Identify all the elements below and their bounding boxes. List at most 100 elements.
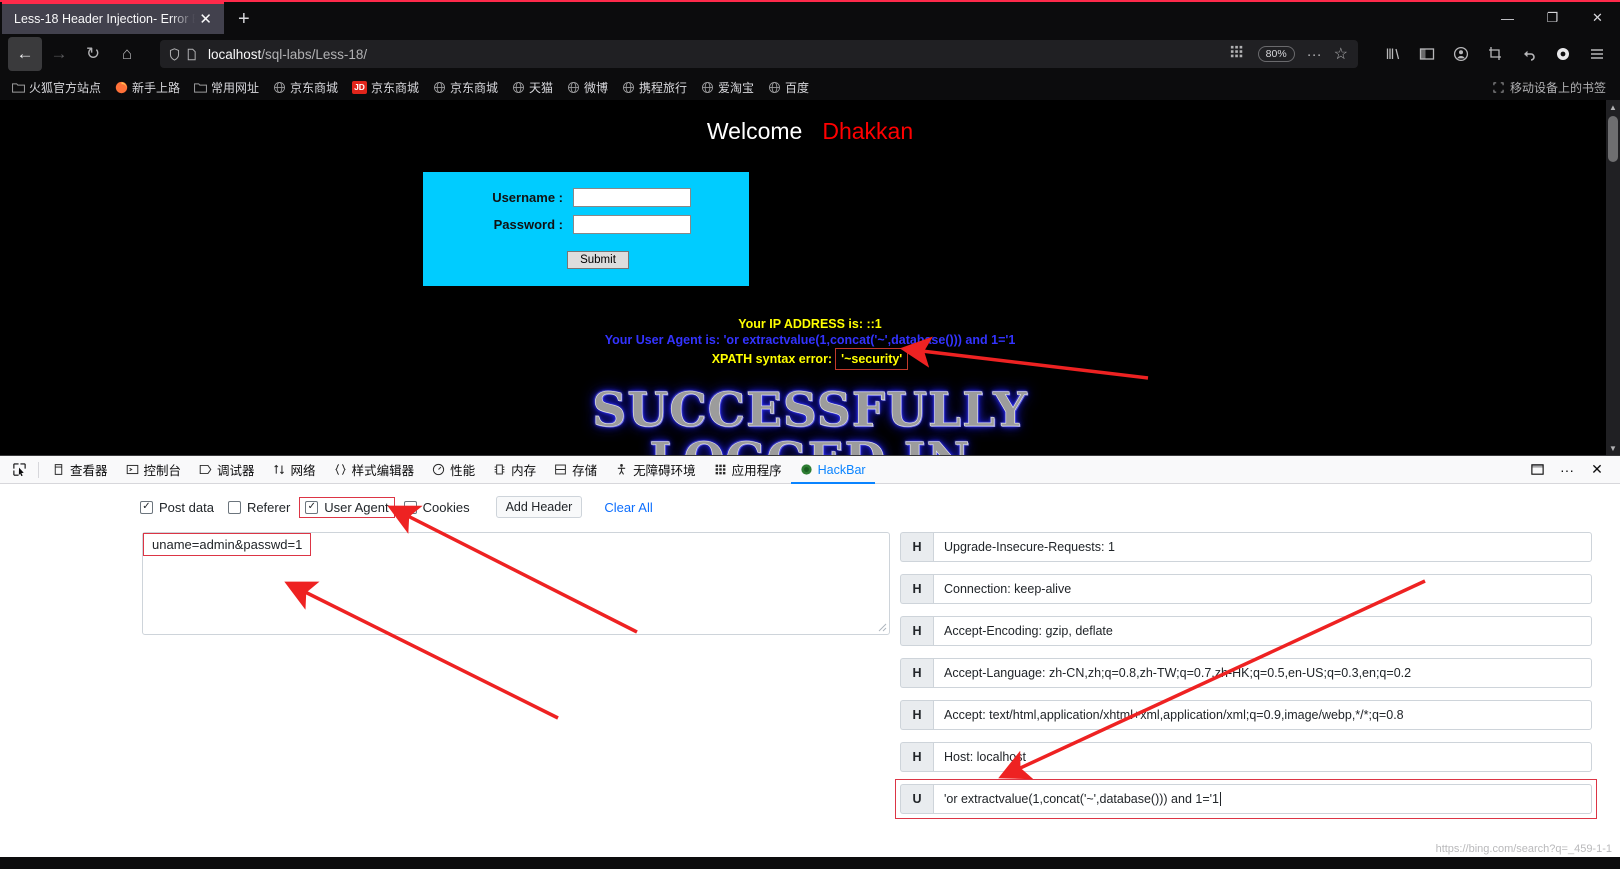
bookmark-item[interactable]: 京东商城: [267, 77, 344, 98]
firefox-icon: [115, 81, 128, 94]
header-value-input[interactable]: Accept-Encoding: gzip, deflate: [933, 616, 1592, 646]
reader-mode-icon[interactable]: [1230, 45, 1244, 64]
header-value-input[interactable]: Accept-Language: zh-CN,zh;q=0.8,zh-TW;q=…: [933, 658, 1592, 688]
maximize-button[interactable]: ❐: [1530, 2, 1575, 34]
header-row[interactable]: H Accept-Language: zh-CN,zh;q=0.8,zh-TW;q…: [900, 658, 1592, 688]
devtools-tab-hackbar[interactable]: HackBar: [791, 456, 875, 484]
bookmark-item[interactable]: 百度: [762, 77, 815, 98]
checkbox-box[interactable]: ✓: [305, 500, 319, 514]
header-value-input[interactable]: 'or extractvalue(1,concat('~',database()…: [933, 784, 1592, 814]
forward-button[interactable]: →: [42, 37, 76, 71]
browser-tab[interactable]: Less-18 Header Injection- Error B ✕: [2, 2, 224, 34]
screenshot-icon[interactable]: [1480, 39, 1510, 69]
menu-icon[interactable]: [1582, 39, 1612, 69]
scroll-down-arrow[interactable]: ▼: [1606, 441, 1620, 455]
devtools-tab-inspector[interactable]: 查看器: [43, 456, 117, 484]
page-actions-icon[interactable]: ···: [1303, 46, 1326, 63]
username-input[interactable]: [573, 188, 691, 207]
status-text: https://bing.com/search?q=_459-1-1: [1435, 843, 1612, 855]
bookmark-star-icon[interactable]: ☆: [1334, 44, 1350, 64]
close-window-button[interactable]: ✕: [1575, 2, 1620, 34]
bookmark-item[interactable]: 火狐官方站点: [6, 77, 107, 98]
devtools-tab-storage[interactable]: 存储: [545, 456, 606, 484]
post-data-value: uname=admin&passwd=1: [143, 533, 312, 556]
header-row[interactable]: H Host: localhost: [900, 742, 1592, 772]
header-value-text: Accept-Language: zh-CN,zh;q=0.8,zh-TW;q=…: [944, 666, 1412, 680]
header-row[interactable]: H Accept: text/html,application/xhtml+xml…: [900, 700, 1592, 730]
devtools-tab-application[interactable]: 应用程序: [705, 456, 791, 484]
bookmark-item[interactable]: 爱淘宝: [695, 77, 760, 98]
page-scrollbar-thumb[interactable]: [1608, 116, 1618, 162]
header-type-badge: H: [900, 574, 933, 604]
checkbox-box[interactable]: [403, 500, 417, 514]
minimize-button[interactable]: —: [1485, 2, 1530, 34]
hackbar-checkbox-post-data[interactable]: ✓ Post data: [140, 500, 214, 515]
checkbox-box[interactable]: [227, 500, 241, 514]
hackbar-icon: [800, 463, 813, 476]
globe-icon: [567, 81, 580, 94]
hackbar-checkbox-referer[interactable]: Referer: [227, 500, 290, 515]
home-button[interactable]: ⌂: [110, 37, 144, 71]
debugger-icon: [199, 463, 212, 476]
bookmark-item[interactable]: 天猫: [506, 77, 559, 98]
devtools-tab-accessibility[interactable]: 无障碍环境: [606, 456, 705, 484]
bookmark-item[interactable]: 京东商城: [427, 77, 504, 98]
header-row[interactable]: H Connection: keep-alive: [900, 574, 1592, 604]
hackbar-checkbox-user-agent[interactable]: ✓ User Agent: [299, 496, 395, 518]
mobile-bookmarks-item[interactable]: 移动设备上的书签: [1492, 79, 1614, 96]
submit-button[interactable]: Submit: [567, 251, 629, 269]
devtools-tab-network[interactable]: 网络: [264, 456, 325, 484]
add-header-button[interactable]: Add Header: [495, 496, 583, 518]
header-type-badge: H: [900, 532, 933, 562]
close-devtools-icon[interactable]: ✕: [1584, 457, 1610, 483]
bookmark-item[interactable]: 携程旅行: [616, 77, 693, 98]
header-value-input[interactable]: Accept: text/html,application/xhtml+xml,…: [933, 700, 1592, 730]
password-label: Password :: [493, 217, 563, 232]
globe-icon: [701, 81, 714, 94]
undo-icon[interactable]: [1514, 39, 1544, 69]
devtools-tab-label: 内存: [511, 464, 537, 478]
back-button[interactable]: ←: [8, 37, 42, 71]
bookmark-item[interactable]: 微博: [561, 77, 614, 98]
bookmark-item[interactable]: JD 京东商城: [346, 77, 425, 98]
account-icon[interactable]: [1446, 39, 1476, 69]
bookmark-item[interactable]: 常用网址: [188, 77, 265, 98]
tab-close-icon[interactable]: ✕: [195, 10, 216, 29]
header-row[interactable]: H Upgrade-Insecure-Requests: 1: [900, 532, 1592, 562]
devtools-tab-style-editor[interactable]: 样式编辑器: [325, 456, 424, 484]
library-icon[interactable]: [1378, 39, 1408, 69]
checkbox-box[interactable]: ✓: [140, 500, 153, 514]
header-row[interactable]: H Accept-Encoding: gzip, deflate: [900, 616, 1592, 646]
header-value-input[interactable]: Upgrade-Insecure-Requests: 1: [933, 532, 1592, 562]
bookmark-label: 京东商城: [290, 80, 339, 95]
checkbox-label: Cookies: [422, 499, 470, 515]
more-options-icon[interactable]: ···: [1554, 457, 1580, 483]
clear-all-link[interactable]: Clear All: [604, 500, 652, 515]
devtools-tab-performance[interactable]: 性能: [423, 456, 484, 484]
sidebar-icon[interactable]: [1412, 39, 1442, 69]
devtools-tab-console[interactable]: 控制台: [117, 456, 191, 484]
new-tab-button[interactable]: +: [224, 4, 264, 34]
page-scrollbar[interactable]: ▲ ▼: [1606, 100, 1620, 455]
url-bar[interactable]: localhost/sql-labs/Less-18/ 80% ··· ☆: [160, 40, 1358, 68]
header-value-input[interactable]: Connection: keep-alive: [933, 574, 1592, 604]
password-input[interactable]: [573, 215, 691, 234]
element-picker-icon[interactable]: [4, 462, 34, 477]
header-row[interactable]: U 'or extractvalue(1,concat('~',database(…: [895, 779, 1597, 819]
dock-icon[interactable]: [1524, 457, 1550, 483]
zoom-level-badge[interactable]: 80%: [1257, 46, 1295, 62]
submit-row: Submit: [423, 250, 749, 269]
welcome-text: Welcome: [706, 118, 803, 144]
hackbar-checkbox-cookies[interactable]: Cookies: [403, 499, 470, 515]
header-value-text: Accept-Encoding: gzip, deflate: [944, 624, 1113, 638]
devtools-tab-memory[interactable]: 内存: [484, 456, 545, 484]
bookmark-label: 百度: [785, 80, 810, 95]
resize-grip-icon[interactable]: [877, 622, 887, 632]
circle-icon[interactable]: [1548, 39, 1578, 69]
scroll-up-arrow[interactable]: ▲: [1606, 100, 1620, 114]
bookmark-item[interactable]: 新手上路: [109, 77, 186, 98]
devtools-tab-debugger[interactable]: 调试器: [190, 456, 264, 484]
post-data-textarea[interactable]: uname=admin&passwd=1: [142, 532, 890, 635]
reload-button[interactable]: ↻: [76, 37, 110, 71]
header-value-input[interactable]: Host: localhost: [933, 742, 1592, 772]
